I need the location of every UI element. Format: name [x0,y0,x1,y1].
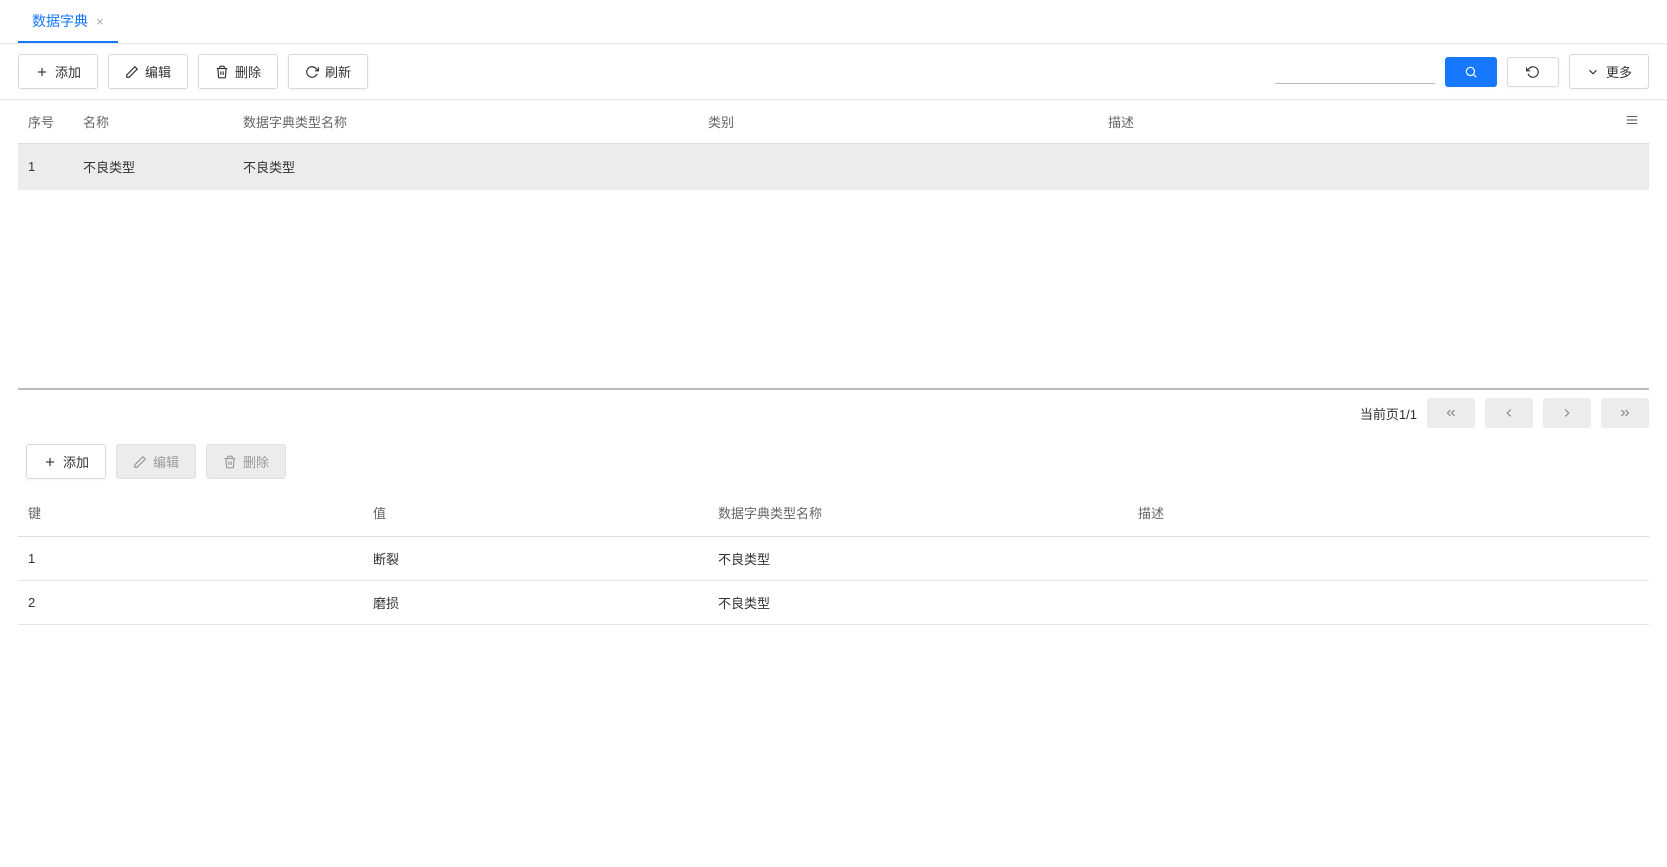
refresh-button[interactable]: 刷新 [288,54,368,89]
trash-icon [215,65,229,79]
cell-seq: 1 [18,144,73,190]
cell-value: 断裂 [363,537,708,581]
col-typename[interactable]: 数据字典类型名称 [708,489,1128,537]
add-button[interactable]: 添加 [18,54,98,89]
upper-table-scroll[interactable]: 序号 名称 数据字典类型名称 类别 描述 1 不良类型 不良类型 [18,100,1649,388]
more-button[interactable]: 更多 [1569,54,1649,89]
col-desc[interactable]: 描述 [1128,489,1649,537]
lower-delete-button[interactable]: 删除 [206,444,286,479]
upper-table-header-row: 序号 名称 数据字典类型名称 类别 描述 [18,100,1649,144]
lower-delete-label: 删除 [243,452,269,471]
reset-icon [1526,65,1540,79]
cell-desc [1128,581,1649,625]
add-label: 添加 [55,62,81,81]
col-value[interactable]: 值 [363,489,708,537]
col-typename[interactable]: 数据字典类型名称 [233,100,698,144]
search-icon [1464,65,1478,79]
cell-category [698,144,1098,190]
col-name[interactable]: 名称 [73,100,233,144]
first-page-button[interactable] [1427,398,1475,428]
next-page-button[interactable] [1543,398,1591,428]
cell-key: 1 [18,537,363,581]
col-category[interactable]: 类别 [698,100,1098,144]
edit-icon [125,65,139,79]
close-icon[interactable]: × [96,15,104,28]
cell-value: 磨损 [363,581,708,625]
lower-edit-label: 编辑 [153,452,179,471]
reset-button[interactable] [1507,57,1559,87]
col-menu [1615,100,1649,144]
table-row[interactable]: 2 磨损 不良类型 [18,581,1649,625]
chevron-double-left-icon [1444,406,1458,420]
lower-table-header-row: 键 值 数据字典类型名称 描述 [18,489,1649,537]
chevron-down-icon [1586,65,1600,79]
edit-icon [133,455,147,469]
chevron-right-icon [1560,406,1574,420]
page-label: 当前页1/1 [1360,404,1417,423]
cell-name: 不良类型 [73,144,233,190]
col-key[interactable]: 键 [18,489,363,537]
col-seq[interactable]: 序号 [18,100,73,144]
edit-label: 编辑 [145,62,171,81]
cell-typename: 不良类型 [233,144,698,190]
tab-label: 数据字典 [32,11,88,31]
lower-edit-button[interactable]: 编辑 [116,444,196,479]
cell-key: 2 [18,581,363,625]
more-label: 更多 [1606,62,1632,81]
upper-table-wrap: 序号 名称 数据字典类型名称 类别 描述 1 不良类型 不良类型 [0,100,1667,388]
lower-toolbar: 添加 编辑 删除 [0,438,1667,489]
lower-table: 键 值 数据字典类型名称 描述 1 断裂 不良类型 2 磨损 不良类型 [18,489,1649,625]
chevron-left-icon [1502,406,1516,420]
plus-icon [43,455,57,469]
search-button[interactable] [1445,57,1497,87]
last-page-button[interactable] [1601,398,1649,428]
delete-button[interactable]: 删除 [198,54,278,89]
tab-data-dictionary[interactable]: 数据字典 × [18,0,118,43]
upper-table: 序号 名称 数据字典类型名称 类别 描述 1 不良类型 不良类型 [18,100,1649,190]
table-row[interactable]: 1 断裂 不良类型 [18,537,1649,581]
upper-toolbar: 添加 编辑 删除 刷新 更多 [0,44,1667,100]
refresh-label: 刷新 [325,62,351,81]
search-input[interactable] [1275,60,1435,84]
cell-desc [1128,537,1649,581]
pagination: 当前页1/1 [0,390,1667,438]
lower-add-button[interactable]: 添加 [26,444,106,479]
cell-desc [1098,144,1615,190]
cell-typename: 不良类型 [708,537,1128,581]
trash-icon [223,455,237,469]
lower-add-label: 添加 [63,452,89,471]
plus-icon [35,65,49,79]
delete-label: 删除 [235,62,261,81]
lower-table-wrap: 键 值 数据字典类型名称 描述 1 断裂 不良类型 2 磨损 不良类型 [0,489,1667,625]
prev-page-button[interactable] [1485,398,1533,428]
col-desc[interactable]: 描述 [1098,100,1615,144]
cell-typename: 不良类型 [708,581,1128,625]
cell-menu [1615,144,1649,190]
table-row[interactable]: 1 不良类型 不良类型 [18,144,1649,190]
chevron-double-right-icon [1618,406,1632,420]
column-menu-icon[interactable] [1625,115,1639,130]
tab-bar: 数据字典 × [0,0,1667,44]
refresh-icon [305,65,319,79]
edit-button[interactable]: 编辑 [108,54,188,89]
